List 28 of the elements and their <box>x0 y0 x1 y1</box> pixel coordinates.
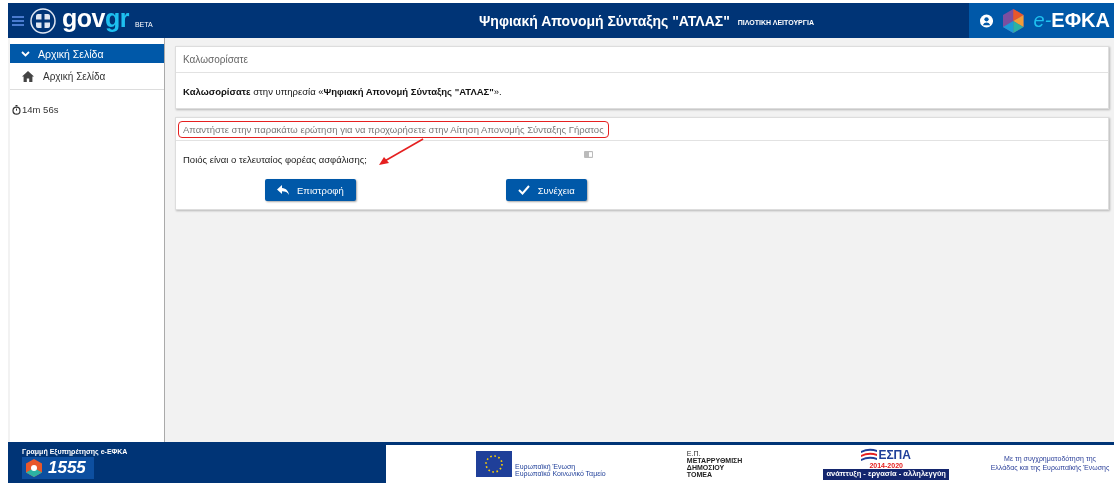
user-icon[interactable] <box>980 13 994 28</box>
emblem-icon <box>30 7 56 34</box>
toggle-icon <box>584 151 593 158</box>
app-title: Ψηφιακή Απονομή Σύνταξης "ΑΤΛΑΣ" <box>479 12 730 29</box>
back-button[interactable]: Επιστροφή <box>265 179 356 201</box>
espa-label: ΕΣΠΑ <box>878 449 911 462</box>
sidebar-link[interactable]: Αρχική Σελίδα <box>10 63 164 90</box>
checkmark-icon <box>517 185 530 195</box>
efka-logo: e-ΕΦΚΑ <box>1033 9 1110 32</box>
welcome-text: Καλωσορίσατε στην υπηρεσία «Ψηφιακή Απονομή Σύνταξης "ΑΤΛΑΣ"». <box>182 85 503 99</box>
flag-stripes-icon <box>861 448 878 463</box>
hexagon-logo-icon <box>26 459 42 477</box>
hotline-badge: 1555 <box>22 457 94 479</box>
reply-arrow-icon <box>277 185 289 195</box>
hexagon-logo-icon <box>1003 7 1024 34</box>
sidebar-item[interactable]: Αρχική Σελίδα <box>10 44 164 63</box>
question-text: Ποιός είναι ο τελευταίος φορέας ασφάλισης; <box>183 154 367 165</box>
stopwatch-icon <box>12 104 21 115</box>
menu-icon[interactable] <box>12 15 24 26</box>
timer-text: 14m 56s <box>22 104 59 115</box>
card-heading: Καλωσορίσατε <box>176 47 1108 73</box>
card-heading: Απαντήστε στην παρακάτω ερώτηση για να προχωρήσετε στην Αίτηση Απονομής Σύνταξης Γήρατος <box>178 121 609 138</box>
chevron-icon <box>21 50 30 57</box>
eu-flag-icon <box>476 451 512 477</box>
govgr-logo[interactable]: govgr <box>62 6 129 31</box>
arrow <box>378 138 424 165</box>
home-icon <box>22 70 34 82</box>
continue-button[interactable]: Συνέχεια <box>505 179 587 201</box>
